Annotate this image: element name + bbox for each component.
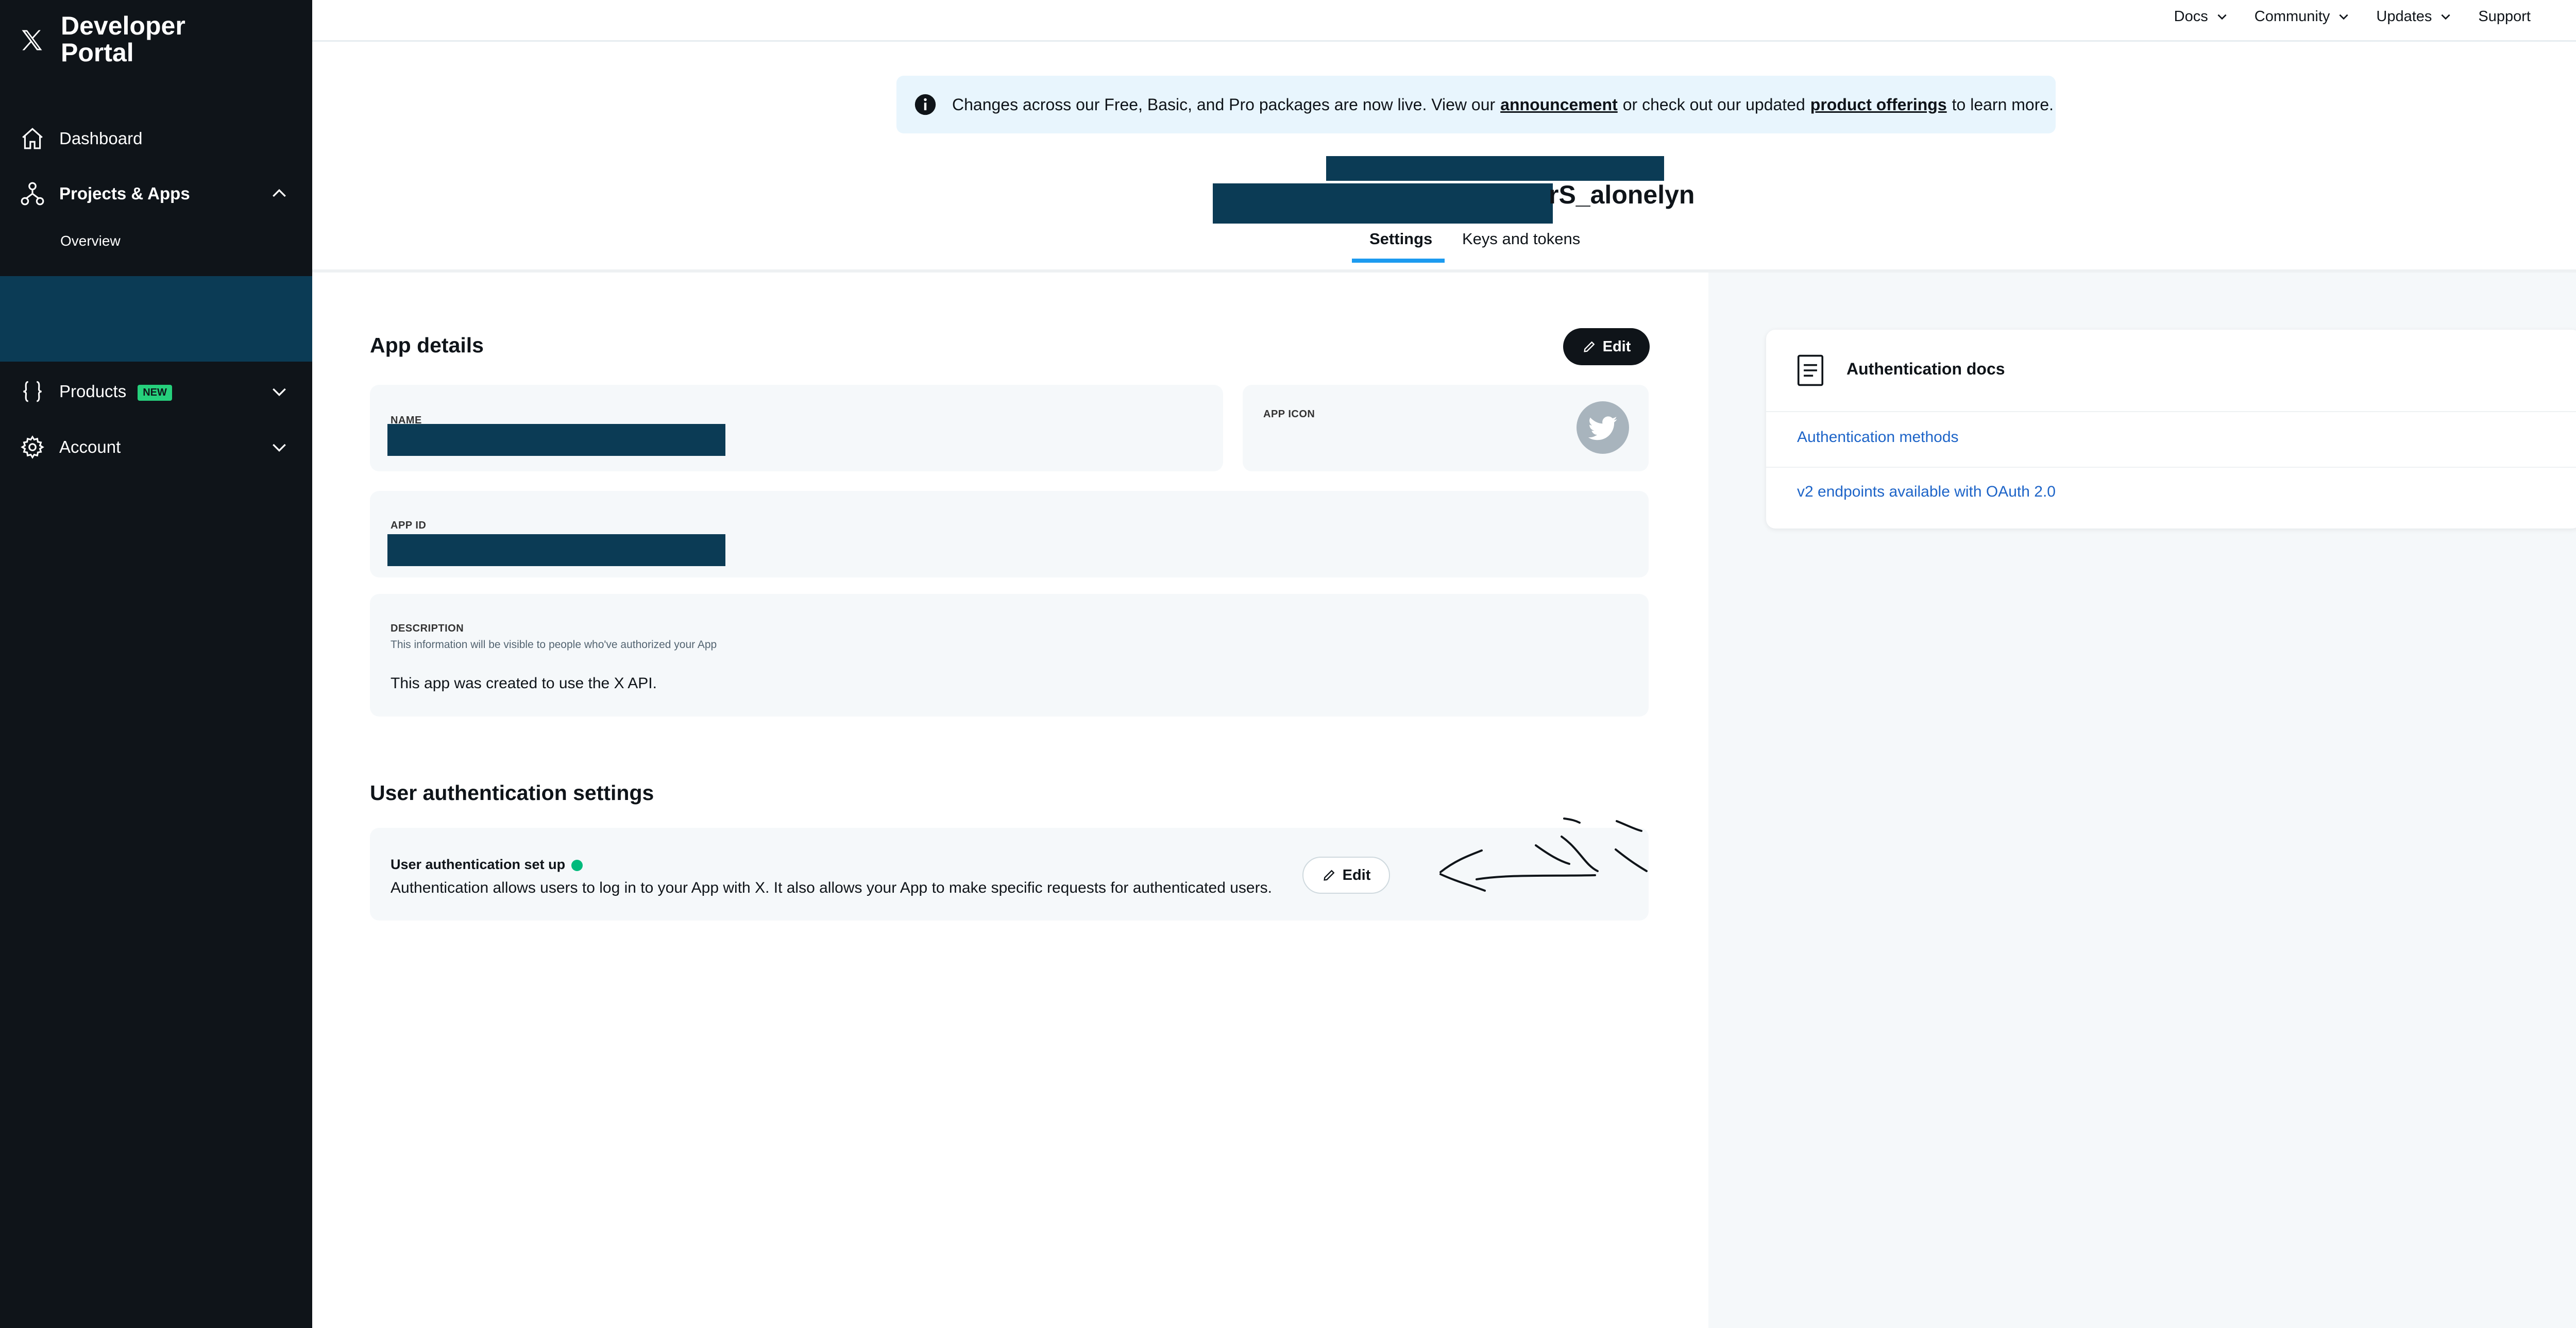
projects-network-icon: [21, 182, 44, 206]
main-content: App details Edit NAME APP ICON APP ID DE…: [312, 273, 1708, 1328]
docs-divider: [1766, 467, 2576, 468]
user-auth-setup-label: User authentication set up: [391, 857, 566, 872]
chevron-down-icon: [2441, 14, 2450, 20]
sidebar-item-account[interactable]: Account: [0, 421, 312, 473]
brand-title: Developer Portal: [61, 12, 185, 66]
redacted-app-name: [1213, 183, 1553, 224]
tab-settings[interactable]: Settings: [1369, 230, 1432, 248]
new-badge: NEW: [138, 384, 172, 401]
authentication-methods-link[interactable]: Authentication methods: [1797, 429, 1959, 446]
product-offerings-link[interactable]: product offerings: [1810, 95, 1947, 114]
chevron-down-icon[interactable]: [269, 437, 290, 457]
announcement-link[interactable]: announcement: [1500, 95, 1618, 114]
redacted-name-value: [387, 424, 725, 456]
description-value: This app was created to use the X API.: [391, 675, 657, 692]
top-link-support-label: Support: [2478, 8, 2531, 25]
gear-icon: [21, 435, 44, 459]
tab-keys-and-tokens[interactable]: Keys and tokens: [1462, 230, 1580, 248]
info-icon: [914, 94, 936, 115]
banner-text-after: to learn more.: [1952, 95, 2054, 114]
user-auth-description: Authentication allows users to log in to…: [391, 879, 1272, 896]
active-tab-indicator: [1352, 259, 1445, 263]
banner-text-middle: or check out our updated: [1622, 95, 1805, 114]
description-help-text: This information will be visible to peop…: [391, 639, 717, 651]
user-auth-edit-label: Edit: [1342, 866, 1371, 883]
pencil-icon: [1583, 341, 1595, 352]
chevron-up-icon[interactable]: [269, 183, 290, 204]
sidebar-item-overview[interactable]: Overview: [60, 233, 121, 249]
sidebar-label-dashboard: Dashboard: [59, 129, 143, 148]
banner-text-before: Changes across our Free, Basic, and Pro …: [952, 95, 1496, 114]
home-icon: [22, 128, 43, 149]
app-title: rS_alonelyn: [1549, 180, 1695, 209]
document-icon: [1797, 354, 1824, 386]
docs-header: Authentication docs: [1766, 330, 2576, 412]
sidebar-label-products: Products NEW: [59, 382, 172, 401]
top-link-docs[interactable]: Docs: [2174, 8, 2229, 25]
chevron-down-icon: [2217, 14, 2227, 20]
app-icon-label: APP ICON: [1263, 408, 1315, 420]
top-links: Docs Community Updates Support: [2174, 0, 2531, 33]
user-auth-edit-button[interactable]: Edit: [1302, 857, 1390, 894]
hand-drawn-arrow-annotation: [1439, 818, 1648, 892]
app-icon-card: APP ICON: [1243, 385, 1649, 471]
chevron-down-icon[interactable]: [269, 381, 290, 402]
redacted-app-id-value: [387, 534, 725, 566]
brand-line-2: Portal: [61, 38, 134, 67]
app-details-edit-button[interactable]: Edit: [1563, 328, 1650, 365]
sidebar-label-account: Account: [59, 437, 121, 456]
brand[interactable]: Developer Portal: [19, 12, 185, 66]
name-field-card: NAME: [370, 385, 1223, 471]
user-auth-title: User authentication settings: [370, 781, 654, 805]
pencil-icon: [1323, 870, 1335, 881]
v2-endpoints-oauth-link[interactable]: v2 endpoints available with OAuth 2.0: [1797, 483, 2056, 501]
sidebar: Developer Portal Dashboard Projects & Ap…: [0, 0, 312, 1328]
top-navigation: Docs Community Updates Support rS: [312, 0, 2576, 42]
top-link-support[interactable]: Support: [2478, 8, 2531, 25]
top-link-community[interactable]: Community: [2255, 8, 2351, 25]
app-header: Changes across our Free, Basic, and Pro …: [312, 42, 2576, 273]
announcement-banner: Changes across our Free, Basic, and Pro …: [896, 76, 2056, 133]
x-logo-icon: [22, 30, 42, 50]
user-auth-setup: User authentication set up: [391, 857, 583, 873]
docs-title: Authentication docs: [1846, 360, 2005, 378]
app-id-label: APP ID: [391, 520, 427, 531]
top-link-docs-label: Docs: [2174, 8, 2208, 25]
app-details-edit-label: Edit: [1602, 338, 1631, 355]
sidebar-item-active-app-redacted[interactable]: [0, 276, 312, 362]
code-braces-icon: [23, 381, 42, 402]
chevron-down-icon: [2339, 14, 2348, 20]
twitter-bird-icon: [1577, 401, 1629, 454]
sidebar-label-products-text: Products: [59, 382, 127, 401]
description-card: DESCRIPTION This information will be vis…: [370, 594, 1649, 717]
sidebar-label-projects-apps: Projects & Apps: [59, 184, 190, 203]
top-link-community-label: Community: [2254, 8, 2330, 25]
top-link-updates-label: Updates: [2376, 8, 2432, 25]
authentication-docs-card: Authentication docs Authentication metho…: [1766, 330, 2576, 529]
sidebar-item-products[interactable]: Products NEW: [0, 366, 312, 417]
sidebar-item-dashboard[interactable]: Dashboard: [0, 113, 312, 164]
top-link-updates[interactable]: Updates: [2376, 8, 2452, 25]
sidebar-item-projects-apps[interactable]: Projects & Apps: [0, 168, 312, 219]
redacted-app-id: [1326, 156, 1664, 181]
description-label: DESCRIPTION: [391, 623, 464, 634]
app-details-title: App details: [370, 333, 484, 357]
status-check-icon: [571, 859, 583, 871]
app-id-card: APP ID: [370, 491, 1649, 577]
brand-line-1: Developer: [61, 11, 185, 40]
